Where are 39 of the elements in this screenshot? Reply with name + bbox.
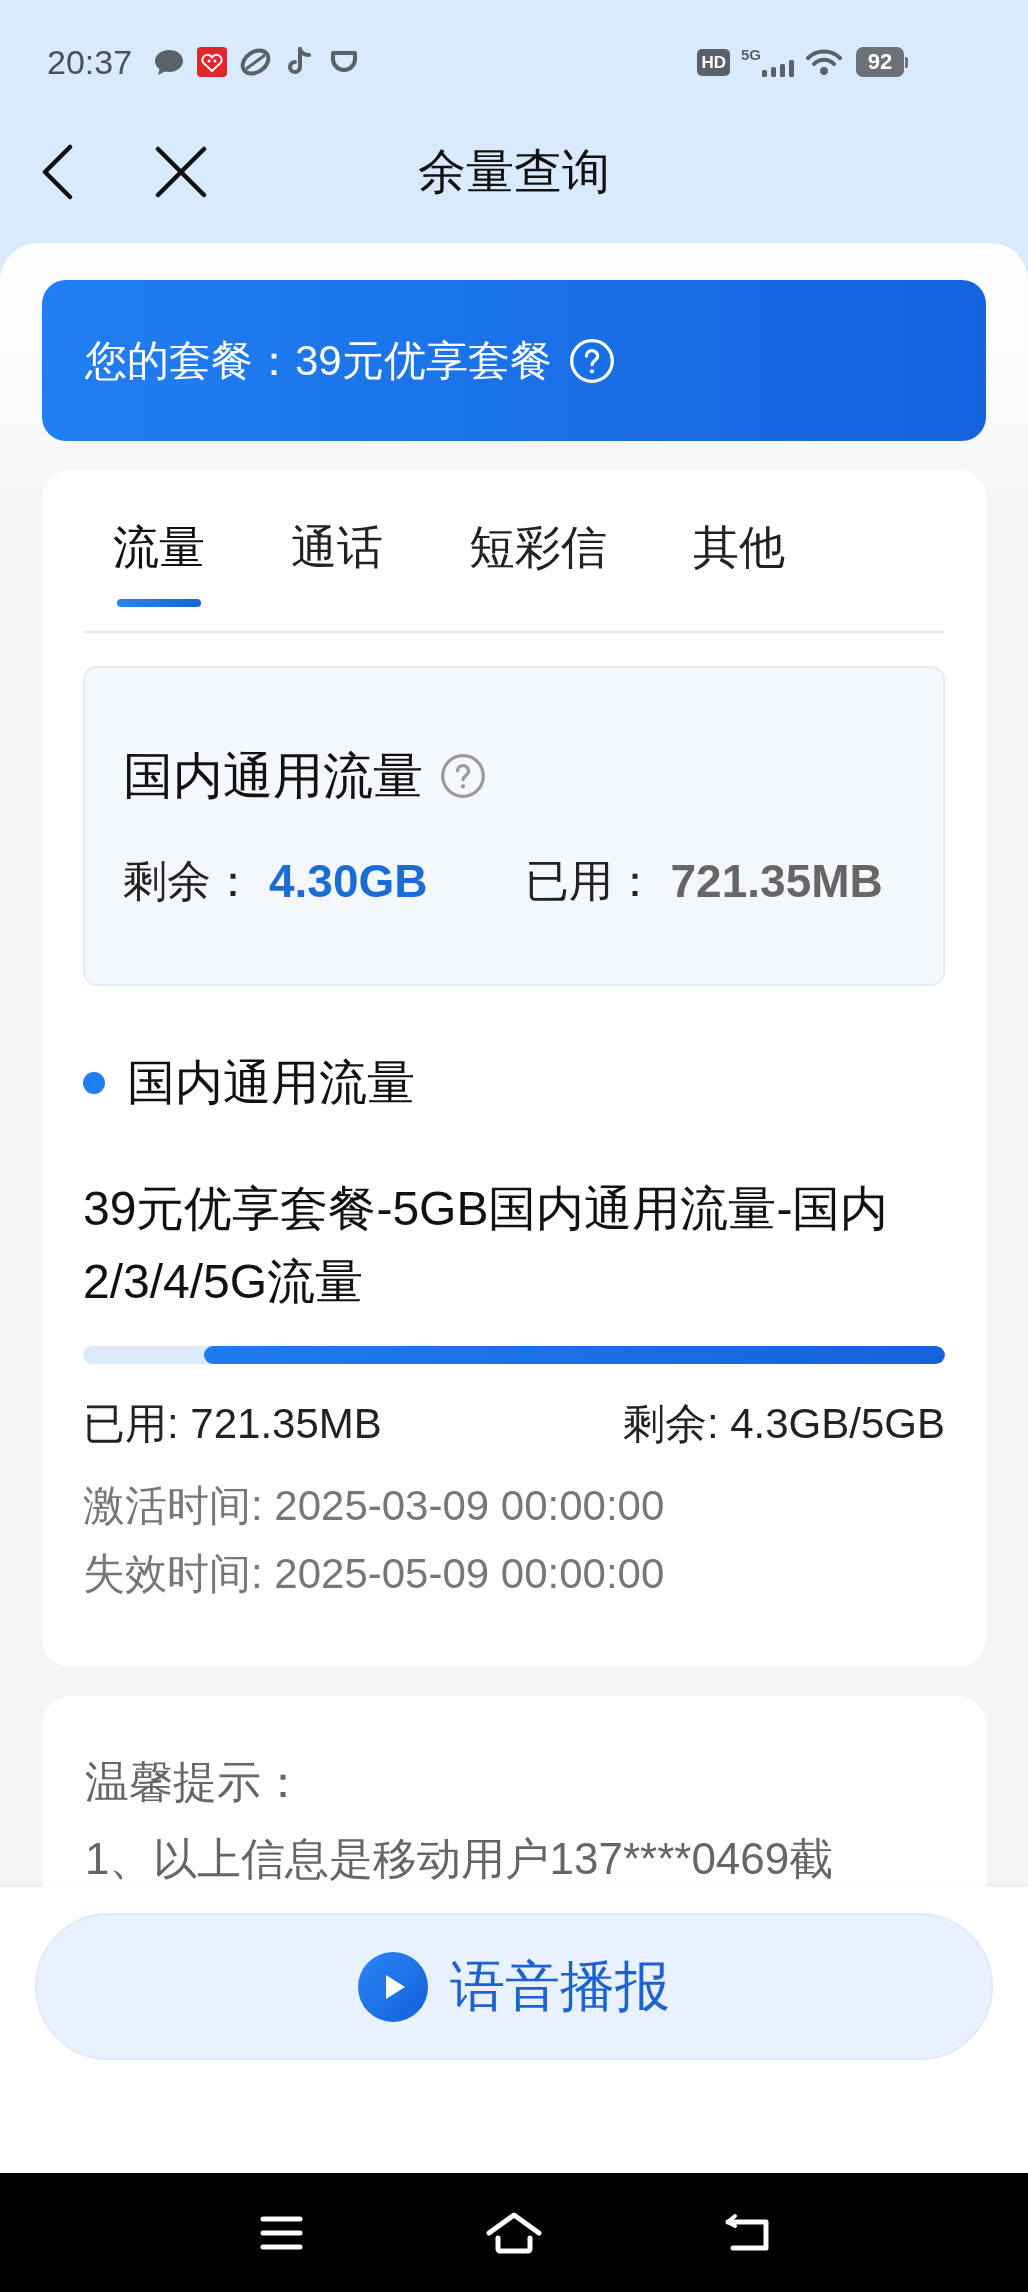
tab[interactable]: 通话: [291, 470, 383, 631]
summary-title: 国内通用流量: [123, 751, 423, 801]
tips-title: 温馨提示：: [85, 1756, 306, 1808]
orbit-icon: [240, 47, 272, 77]
plan-name: 39元优享套餐: [295, 339, 552, 382]
plan-label: 您的套餐：: [85, 339, 295, 382]
chat-bubble-icon: [154, 48, 185, 76]
play-icon: [358, 1951, 428, 2022]
menu-icon[interactable]: [259, 2215, 303, 2250]
activation-time: 激活时间: 2025-03-09 00:00:00: [83, 1481, 666, 1531]
battery-indicator: 92: [856, 47, 908, 77]
network-type: 5G: [741, 47, 761, 62]
tips-line: 1、以上信息是移动用户137****0469截: [85, 1833, 835, 1885]
clock-time: 20:37: [47, 45, 133, 79]
heart-app-icon: [197, 47, 228, 77]
remaining-amount: 剩余: 4.3GB/5GB: [622, 1403, 945, 1445]
signal-bars-icon: [762, 59, 794, 77]
help-icon[interactable]: [440, 753, 486, 799]
package-name: 39元优享套餐-5GB国内通用流量-国内2/3/4/5G流量: [83, 1181, 890, 1310]
voice-broadcast-button[interactable]: 语音播报: [35, 1913, 993, 2060]
back-icon[interactable]: [723, 2212, 771, 2253]
wifi-icon: [806, 48, 842, 76]
used-amount: 已用: 721.35MB: [83, 1403, 382, 1445]
remaining-value: 4.30GB: [269, 858, 428, 904]
used-label: 已用：: [524, 859, 657, 903]
page-title: 余量查询: [418, 148, 610, 196]
tab[interactable]: 其他: [693, 470, 785, 631]
back-icon[interactable]: [41, 144, 73, 200]
expiry-time: 失效时间: 2025-05-09 00:00:00: [83, 1549, 666, 1599]
close-icon[interactable]: [155, 146, 207, 198]
home-icon[interactable]: [486, 2211, 542, 2254]
tab[interactable]: 短彩信: [469, 470, 607, 631]
remaining-label: 剩余：: [123, 859, 255, 903]
cup-icon: [330, 50, 359, 74]
tab[interactable]: 流量: [113, 470, 205, 631]
used-value: 721.35MB: [670, 858, 883, 904]
section-title: 国内通用流量: [127, 1059, 415, 1107]
music-note-icon: [287, 47, 313, 77]
hd-badge: HD: [697, 48, 730, 76]
